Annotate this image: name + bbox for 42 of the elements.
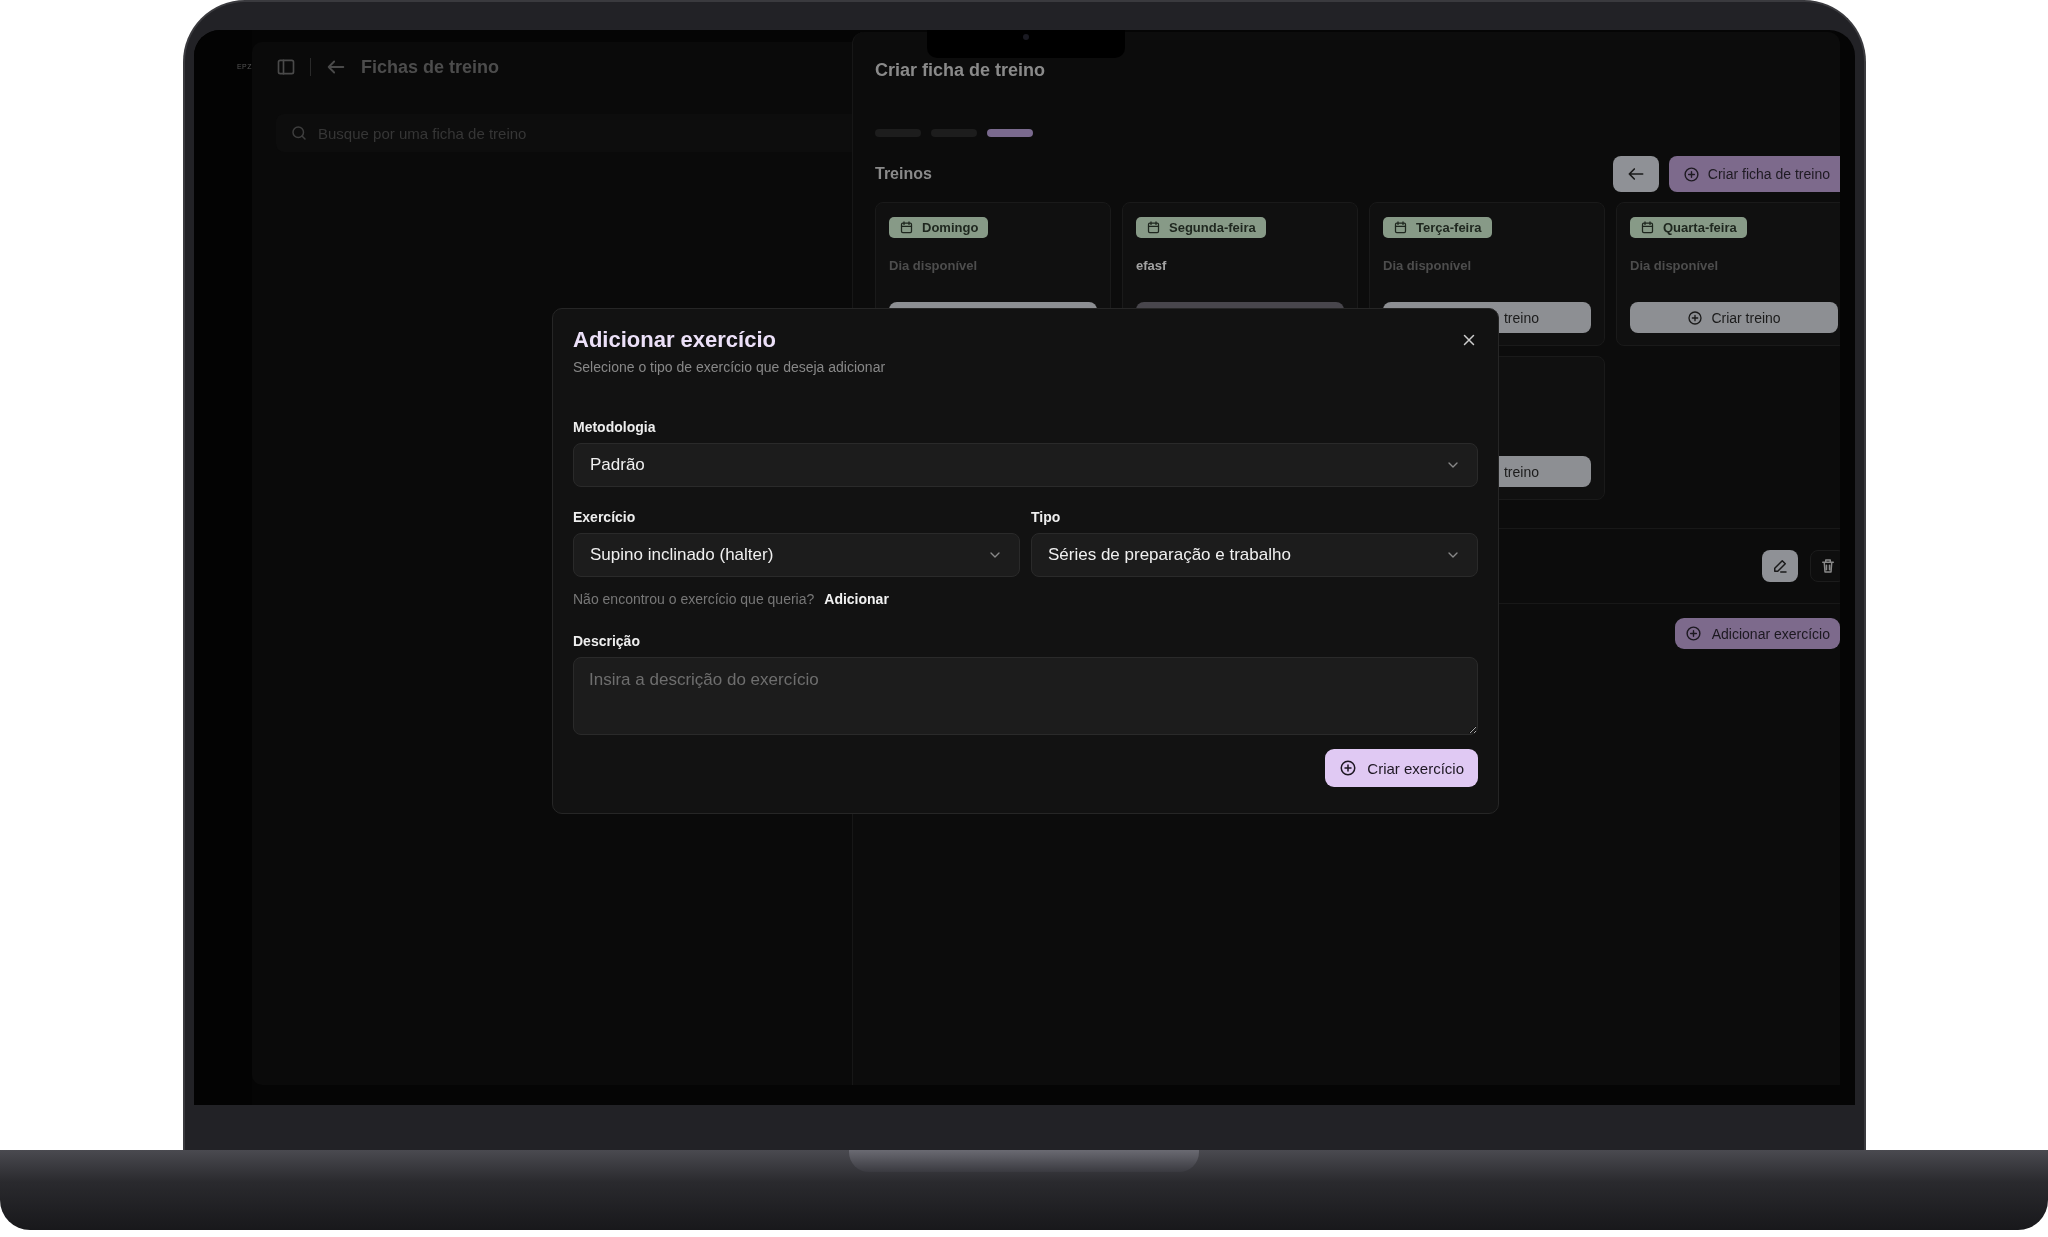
- edit-button[interactable]: [1762, 550, 1798, 582]
- select-field[interactable]: Padrão: [573, 443, 1478, 487]
- day-tag: Quarta-feira: [1630, 217, 1747, 238]
- delete-button[interactable]: [1810, 550, 1840, 582]
- pencil-icon: [1771, 557, 1789, 575]
- create-exercise-button[interactable]: Criar exercício: [1325, 749, 1478, 787]
- page-title: Fichas de treino: [361, 56, 500, 78]
- create-workout-button[interactable]: Criar treino: [1630, 302, 1838, 333]
- plus-circle-icon: [1684, 625, 1702, 642]
- plus-circle-icon: [1682, 165, 1700, 183]
- field-label: Descrição: [573, 633, 641, 649]
- sidebar-toggle-icon: [276, 57, 296, 77]
- field-label: Metodologia: [573, 419, 657, 435]
- add-link[interactable]: Adicionar: [824, 591, 889, 607]
- calendar-icon: [1146, 220, 1161, 235]
- plus-circle-icon: [1339, 759, 1358, 777]
- day-status: Dia disponível: [1383, 258, 1472, 274]
- day-status: efasf: [1136, 258, 1167, 274]
- section-title: Treinos: [875, 165, 932, 183]
- back-button[interactable]: [1612, 156, 1659, 192]
- day-tag: Segunda-feira: [1136, 217, 1266, 238]
- select-field[interactable]: Supino inclinado (halter): [573, 533, 1020, 577]
- calendar-icon: [1640, 220, 1655, 235]
- description-field[interactable]: Insira a descrição do exercício: [573, 657, 1478, 735]
- create-sheet-button[interactable]: Criar ficha de treino: [1668, 156, 1840, 192]
- field-label: Tipo: [1031, 509, 1062, 525]
- dialog-subtitle: Selecione o tipo de exercício que deseja adicionar: [573, 359, 886, 375]
- dialog-title: Adicionar exercício: [573, 327, 777, 353]
- hint-text: Não encontrou o exercício que queria?: [573, 591, 815, 607]
- calendar-icon: [1393, 220, 1408, 235]
- trash-icon: [1819, 557, 1837, 575]
- field-label: Exercício: [573, 509, 637, 525]
- day-tag: Domingo: [889, 217, 989, 238]
- day-status: Dia disponível: [1630, 258, 1719, 274]
- day-tag: Terça-feira: [1383, 217, 1492, 238]
- select-field[interactable]: Séries de preparação e trabalho: [1031, 533, 1478, 577]
- day-status: Dia disponível: [889, 258, 978, 274]
- search-icon: [290, 124, 308, 142]
- plus-circle-icon: [1687, 309, 1704, 326]
- add-exercise-button[interactable]: Adicionar exercício: [1674, 618, 1840, 649]
- calendar-icon: [899, 220, 914, 235]
- sheet-title: Criar ficha de treino: [875, 60, 1047, 82]
